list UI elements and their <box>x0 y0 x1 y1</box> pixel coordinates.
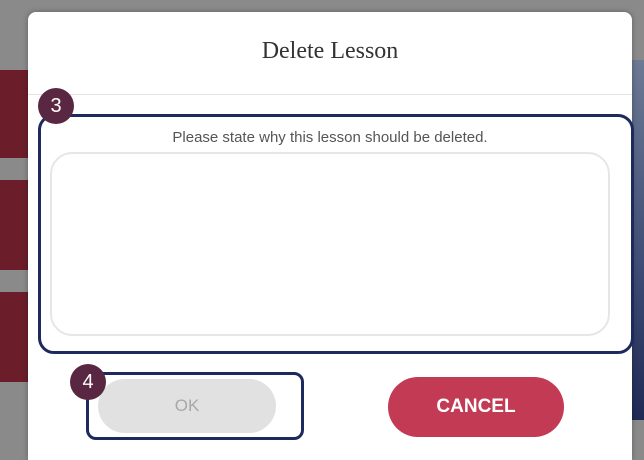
background-sidebar-block <box>0 70 28 158</box>
step-badge-4: 4 <box>70 364 106 400</box>
cancel-button[interactable]: CANCEL <box>388 377 564 437</box>
step-badge-3: 3 <box>38 88 74 124</box>
callout-frame-ok <box>86 372 304 440</box>
dialog-title: Delete Lesson <box>261 38 399 64</box>
background-sidebar-block <box>0 292 28 382</box>
background-sidebar-block <box>0 180 28 270</box>
callout-frame-reason <box>38 114 634 354</box>
title-divider <box>28 94 632 95</box>
